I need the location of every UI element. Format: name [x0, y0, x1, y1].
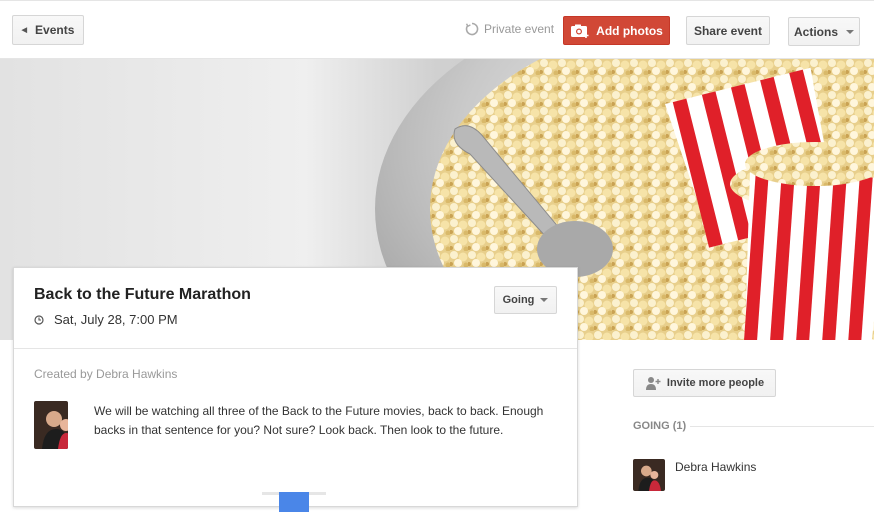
actions-dropdown[interactable]: Actions	[788, 17, 860, 46]
private-icon	[465, 22, 479, 36]
event-description: We will be watching all three of the Bac…	[94, 404, 544, 437]
add-photos-label: Add photos	[596, 23, 663, 38]
event-details-card: Back to the Future Marathon Sat, July 28…	[13, 267, 578, 512]
created-by: Created by Debra Hawkins	[34, 367, 178, 381]
event-datetime-text: Sat, July 28, 7:00 PM	[54, 312, 178, 327]
event-toolbar: ◀ Events Private event Add photos Share …	[0, 0, 874, 59]
share-event-label: Share event	[693, 23, 763, 38]
guest-name[interactable]: Debra Hawkins	[675, 460, 756, 474]
private-event-label: Private event	[484, 22, 555, 36]
invite-label: Invite more people	[666, 377, 765, 389]
going-count-header: GOING (1)	[633, 420, 687, 432]
event-title: Back to the Future Marathon	[34, 286, 251, 303]
share-event-button[interactable]: Share event	[686, 16, 770, 45]
add-person-icon	[645, 377, 661, 390]
divider	[690, 426, 874, 427]
invite-more-people-button[interactable]: Invite more people	[633, 369, 776, 397]
rsvp-dropdown[interactable]: Going	[494, 286, 557, 314]
add-photos-button[interactable]: Add photos	[563, 16, 670, 45]
clock-icon	[34, 314, 44, 325]
event-header: Back to the Future Marathon Sat, July 28…	[14, 268, 577, 349]
rsvp-label: Going	[502, 294, 535, 306]
scroll-indicator[interactable]	[262, 492, 326, 512]
private-event-indicator: Private event	[465, 22, 554, 36]
event-datetime: Sat, July 28, 7:00 PM	[34, 312, 178, 327]
guest-avatar[interactable]	[633, 459, 665, 491]
creator-avatar[interactable]	[34, 401, 68, 449]
left-arrow-icon: ◀	[21, 27, 28, 34]
actions-label: Actions	[793, 24, 838, 39]
camera-add-icon	[571, 24, 589, 38]
chevron-down-icon	[540, 298, 549, 302]
back-to-events-button[interactable]: ◀ Events	[12, 15, 84, 45]
chevron-down-icon	[846, 29, 854, 34]
back-button-label: Events	[35, 23, 75, 37]
